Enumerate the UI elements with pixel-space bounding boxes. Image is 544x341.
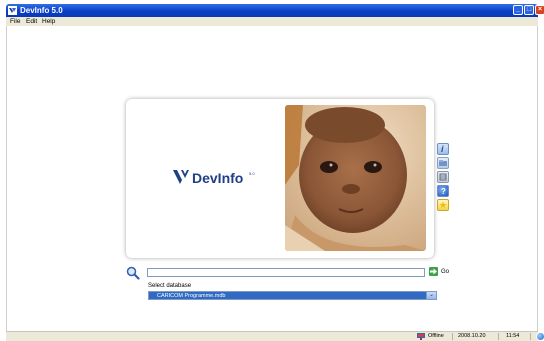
child-photo: [285, 105, 426, 251]
menu-help[interactable]: Help: [42, 17, 55, 26]
offline-icon: [417, 333, 425, 340]
search-row: Go: [126, 266, 456, 280]
search-input[interactable]: [147, 268, 425, 277]
close-icon[interactable]: ×: [535, 5, 544, 15]
folder-icon[interactable]: [437, 157, 449, 169]
status-date: 2008.10.20: [458, 333, 486, 339]
child-portrait-image: [285, 105, 426, 251]
menu-bar: File Edit Help: [6, 17, 538, 26]
status-bar: Offline 2008.10.20 11:54: [6, 331, 544, 341]
database-icon[interactable]: [437, 171, 449, 183]
go-label[interactable]: Go: [441, 268, 449, 276]
database-glyph: [439, 173, 447, 181]
help-icon[interactable]: ?: [437, 185, 449, 197]
connection-status: Offline: [428, 333, 444, 339]
go-button[interactable]: [429, 267, 438, 276]
status-divider: [498, 333, 499, 340]
search-icon[interactable]: [126, 266, 140, 280]
status-divider: [530, 333, 531, 340]
menu-edit[interactable]: Edit: [26, 17, 37, 26]
devinfo-logo: DevInfo 5.0: [171, 167, 261, 189]
status-help-icon[interactable]: [536, 332, 544, 341]
maximize-icon[interactable]: □: [524, 5, 534, 15]
menu-file[interactable]: File: [10, 17, 20, 26]
arrow-right-icon: [430, 268, 437, 275]
splash-panel: DevInfo 5.0: [126, 99, 434, 258]
select-database-label: Select database: [148, 283, 192, 289]
minimize-icon[interactable]: _: [513, 5, 523, 15]
database-selected-value: CARICOM Programme.mdb: [157, 293, 226, 299]
devinfo-app-icon: [8, 6, 17, 15]
title-bar[interactable]: DevInfo 5.0 _ □ ×: [6, 4, 544, 17]
window-title: DevInfo 5.0: [20, 6, 63, 15]
logo-text: DevInfo: [192, 170, 244, 186]
star-icon[interactable]: ★: [437, 199, 449, 211]
logo-version: 5.0: [249, 171, 255, 176]
folder-glyph: [439, 160, 447, 166]
database-select[interactable]: CARICOM Programme.mdb ⌄: [148, 291, 437, 300]
status-time: 11:54: [506, 333, 520, 339]
devinfo-logo-icon: [173, 170, 189, 184]
chevron-down-icon[interactable]: ⌄: [426, 292, 436, 299]
status-divider: [452, 333, 453, 340]
info-icon[interactable]: i: [437, 143, 449, 155]
